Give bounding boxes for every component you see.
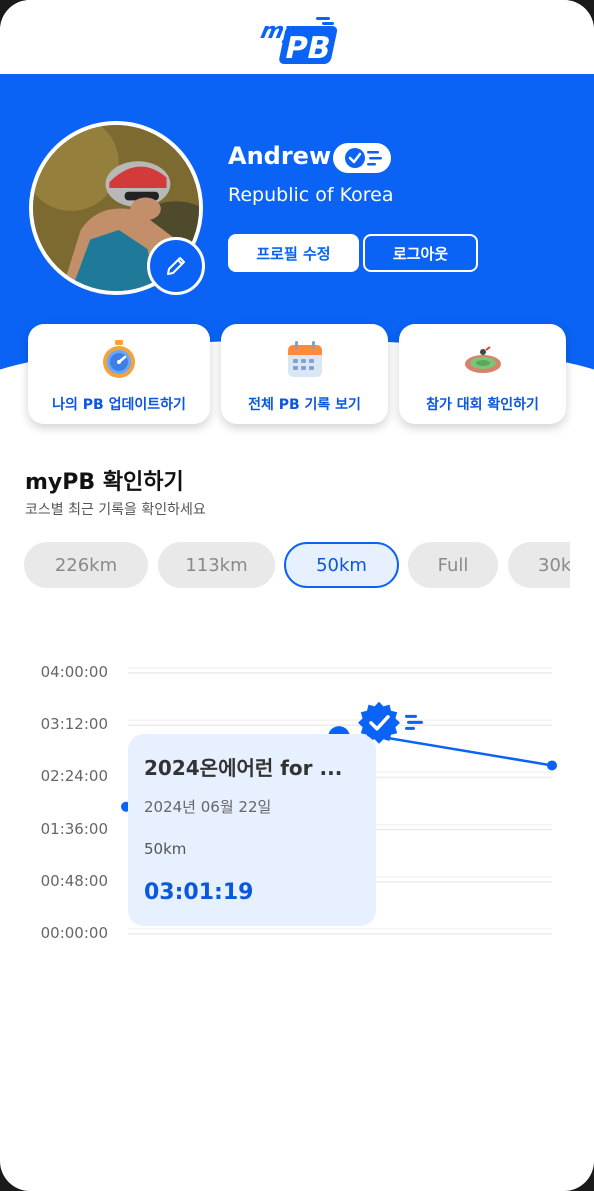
verified-icon [345,148,382,168]
logout-button[interactable]: 로그아웃 [363,234,478,272]
all-pb-label: 전체 PB 기록 보기 [248,397,361,413]
phone-screen: my PB Andrew Republic of Korea 프로필 수정 로그… [0,0,594,1191]
record-tooltip: 2024온에어런 for ... 2024년 06월 22일 50km 03:0… [128,734,376,926]
section-subtitle: 코스별 최근 기록을 확인하세요 [25,502,206,518]
edit-avatar-button[interactable] [147,237,205,295]
svg-text:PB: PB [282,31,334,66]
all-pb-card[interactable]: 전체 PB 기록 보기 [221,324,388,424]
profile-country: Republic of Korea [228,184,394,206]
stopwatch-icon [103,340,135,378]
tooltip-time: 03:01:19 [144,880,254,905]
pencil-icon [167,257,185,275]
update-pb-card[interactable]: 나의 PB 업데이트하기 [28,324,210,424]
course-tabs: 226km 113km 50km Full 30km [24,541,570,591]
edit-profile-button[interactable]: 프로필 수정 [228,234,359,272]
tooltip-date: 2024년 06월 22일 [144,798,272,816]
tab-full[interactable]: Full [408,542,498,588]
mypb-logo[interactable]: my PB [252,8,344,66]
tab-113km[interactable]: 113km [158,542,275,588]
tab-30km[interactable]: 30km [508,542,570,588]
tab-50km[interactable]: 50km [284,542,399,588]
tab-226km[interactable]: 226km [24,542,148,588]
verified-badge [333,143,391,173]
data-point[interactable] [547,760,557,771]
races-card[interactable]: 참가 대회 확인하기 [399,324,566,424]
profile-name: Andrew [228,142,332,170]
race-track-icon [464,346,501,373]
section-title: myPB 확인하기 [25,470,184,495]
tooltip-distance: 50km [144,840,187,858]
update-pb-label: 나의 PB 업데이트하기 [52,397,186,413]
calendar-icon [287,341,322,377]
races-label: 참가 대회 확인하기 [426,397,539,413]
tooltip-race-name: 2024온에어런 for ... [144,756,343,780]
app-header: my PB [0,0,594,74]
